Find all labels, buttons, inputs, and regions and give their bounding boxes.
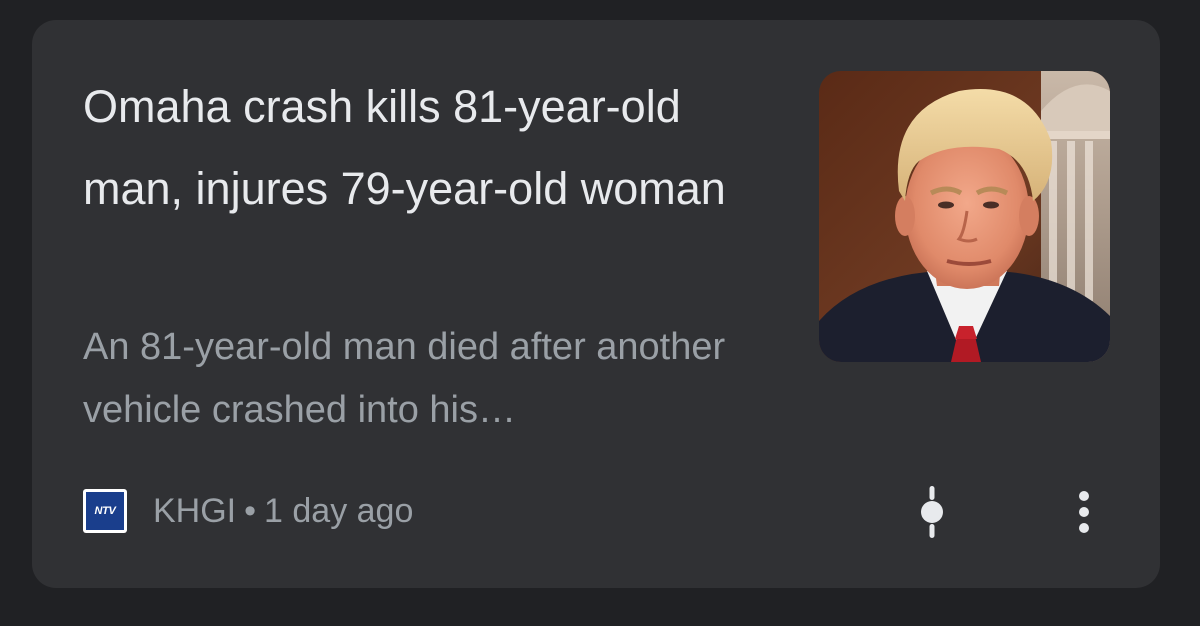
- article-snippet: An 81-year-old man died after another ve…: [83, 326, 726, 431]
- portrait-image: [819, 71, 1110, 362]
- publish-time: 1 day ago: [264, 491, 414, 530]
- publisher-name[interactable]: KHGI: [153, 492, 236, 530]
- more-options-button[interactable]: [1054, 482, 1114, 542]
- full-coverage-button[interactable]: [902, 482, 962, 542]
- article-headline[interactable]: Omaha crash kills 81-year-old man, injur…: [83, 66, 783, 230]
- full-coverage-icon: [921, 486, 943, 538]
- more-vertical-icon: [1079, 491, 1089, 533]
- source-info: KHGI • 1 day ago: [153, 492, 413, 531]
- separator-dot: •: [244, 491, 257, 530]
- publisher-logo: NTV: [83, 489, 127, 533]
- source-row: NTV KHGI • 1 day ago: [83, 486, 413, 536]
- article-thumbnail[interactable]: [819, 71, 1110, 362]
- publisher-logo-text: NTV: [86, 492, 124, 530]
- news-card[interactable]: Omaha crash kills 81-year-old man, injur…: [32, 20, 1160, 588]
